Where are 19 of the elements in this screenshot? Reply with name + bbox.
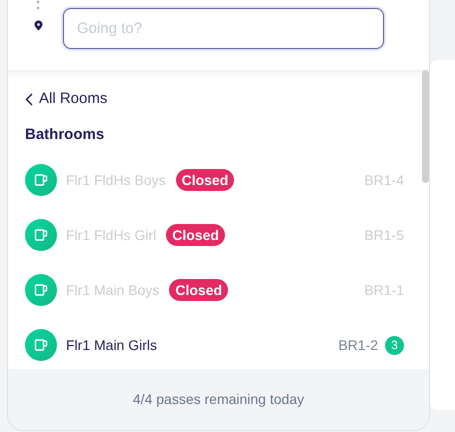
scrollbar-thumb[interactable] (422, 70, 429, 183)
chevron-left-icon (25, 92, 33, 106)
passes-remaining-text: 4/4 passes remaining today (132, 390, 304, 409)
room-item[interactable]: Flr1 Main Girls BR1-2 3 (25, 329, 404, 361)
room-name: Flr1 Main Girls (66, 336, 158, 354)
room-icon (25, 274, 57, 306)
section-title: Bathrooms (25, 124, 106, 144)
closed-badge: Closed (176, 169, 234, 191)
back-link[interactable]: All Rooms (25, 88, 108, 110)
destination-field[interactable]: Going to? (63, 8, 384, 49)
route-dots-icon (36, 0, 40, 12)
closed-badge: Closed (166, 224, 225, 246)
room-code: BR1-2 (338, 336, 378, 354)
room-icon (25, 219, 57, 251)
location-pin-icon (34, 20, 42, 31)
closed-badge: Closed (169, 279, 228, 301)
pass-count-badge: 3 (385, 336, 404, 354)
room-icon (25, 164, 57, 196)
room-icon (25, 329, 57, 361)
